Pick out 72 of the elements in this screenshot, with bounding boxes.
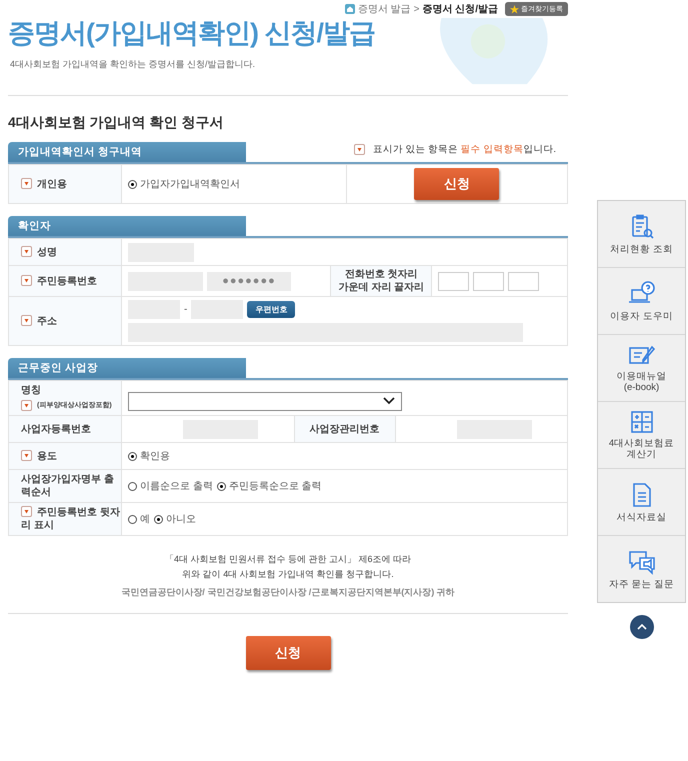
sidebar-label: 이용자 도우미 <box>610 310 673 322</box>
caret-up-icon <box>636 624 646 630</box>
phone-field[interactable] <box>473 272 504 290</box>
form-title: 4대사회보험 가입내역 확인 청구서 <box>8 114 224 132</box>
sidebar-label: 자주 묻는 질문 <box>608 578 674 590</box>
field-label: 사업장가입자명부 출력순서 <box>8 470 122 502</box>
sidebar-label: 처리현황 조회 <box>610 244 673 254</box>
field-label: 주소 <box>8 296 122 346</box>
notice-text: 「4대 사회보험 민원서류 접수 등에 관한 고시」 제6조에 따라 <box>164 553 412 566</box>
sidebar-item[interactable]: 처리현황 조회 <box>598 201 685 268</box>
required-note: 표시가 있는 항목은 필수 입력항목입니다. <box>354 143 556 162</box>
breadcrumb-separator: > <box>414 4 420 14</box>
required-icon <box>21 450 32 460</box>
field-label: 용도 <box>8 442 122 470</box>
field-label: 사업자등록번호 <box>8 416 122 442</box>
field-label: 주민등록번호 뒷자리 표시 <box>8 502 122 536</box>
sidebar-item[interactable]: 서식자료실 <box>598 469 685 536</box>
required-icon <box>21 274 32 286</box>
section-header: 근무중인 사업장 <box>8 358 246 378</box>
required-icon <box>21 506 32 517</box>
sidebar-item[interactable]: 이용매뉴얼 (e-book) <box>598 335 685 402</box>
notice-text: 위와 같이 4대 사회보험 가입내역 확인를 청구합니다. <box>181 568 395 581</box>
radio-icon[interactable] <box>128 452 137 460</box>
sidebar-item[interactable]: 4대사회보험료 계산기 <box>598 402 685 469</box>
radio-option[interactable]: 아니오 <box>154 512 196 526</box>
chevron-down-icon <box>383 397 395 405</box>
required-icon <box>21 400 32 411</box>
section-header: 가입내역확인서 청구내역 <box>8 142 246 162</box>
edit-document-icon <box>628 343 656 367</box>
field-label: 사업장관리번호 <box>294 416 395 442</box>
phone-field[interactable] <box>508 272 540 290</box>
sidebar-item[interactable]: 자주 묻는 질문 <box>598 536 685 602</box>
required-icon <box>354 144 365 155</box>
breadcrumb-current: 증명서 신청/발급 <box>422 3 498 16</box>
radio-icon[interactable] <box>154 514 163 524</box>
sidebar-label: 서식자료실 <box>616 512 666 522</box>
sidebar-item[interactable]: 이용자 도우미 <box>598 268 685 335</box>
submit-button[interactable]: 신청 <box>246 636 330 670</box>
radio-option[interactable]: 확인용 <box>128 450 170 462</box>
dash-text: - <box>184 303 188 316</box>
radio-option[interactable]: 이름순으로 출력 <box>128 480 213 492</box>
required-icon <box>21 314 32 326</box>
sidebar-label: 4대사회보험료 계산기 <box>608 438 674 460</box>
field-label: 개인용 <box>8 164 122 204</box>
page-title: 증명서(가입내역확인) 신청/발급 <box>8 17 376 50</box>
sidebar-label: 이용매뉴얼 (e-book) <box>616 371 666 393</box>
radio-option[interactable]: 예 <box>128 512 150 526</box>
calculator-icon <box>630 410 654 434</box>
star-icon <box>510 4 519 14</box>
workplace-select[interactable] <box>128 392 402 410</box>
apply-button[interactable]: 신청 <box>414 168 500 200</box>
radio-icon[interactable] <box>128 180 137 188</box>
field-label: 전화번호 첫자리 가운데 자리 끝자리 <box>330 266 432 296</box>
breadcrumb-link[interactable]: 증명서 발급 <box>358 2 411 16</box>
page-subtitle: 4대사회보험 가입내역을 확인하는 증명서를 신청/발급합니다. <box>10 58 256 71</box>
radio-option[interactable]: 가입자가입내역확인서 <box>128 178 240 190</box>
document-icon <box>630 482 652 508</box>
addressee-text: 국민연금공단이사장/ 국민건강보험공단이사장 /근로복지공단지역본부(지사장) 귀하 <box>120 586 456 599</box>
radio-option[interactable]: 주민등록순으로 출력 <box>216 480 322 492</box>
postal-code-button[interactable]: 우편번호 <box>247 301 296 318</box>
field-label: 주민등록번호 <box>8 266 122 296</box>
radio-icon[interactable] <box>128 482 137 490</box>
chat-bubbles-icon <box>626 548 656 574</box>
field-label: 성명 <box>8 238 122 266</box>
phone-field[interactable] <box>438 272 470 290</box>
home-icon[interactable] <box>344 4 355 14</box>
radio-icon[interactable] <box>216 482 226 490</box>
required-icon <box>21 246 32 256</box>
required-icon <box>21 178 32 188</box>
section-header: 확인자 <box>8 216 246 236</box>
scroll-top-button[interactable] <box>630 615 654 639</box>
radio-icon[interactable] <box>128 514 137 524</box>
